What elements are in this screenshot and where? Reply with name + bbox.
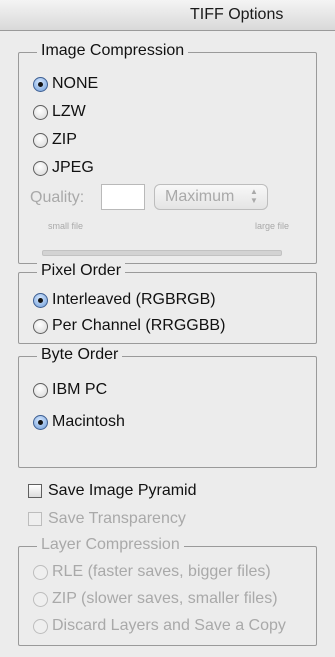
window-title: TIFF Options bbox=[190, 6, 284, 23]
radio-icon[interactable] bbox=[33, 160, 48, 176]
save-transparency-checkbox[interactable]: Save Transparency bbox=[28, 508, 186, 530]
radio-icon[interactable] bbox=[33, 104, 48, 120]
pixel-order-label: Interleaved (RGBRGB) bbox=[52, 291, 216, 308]
quality-select-value: Maximum bbox=[165, 188, 235, 205]
pixel-order-legend: Pixel Order bbox=[37, 262, 126, 280]
large-file-label: large file bbox=[255, 221, 290, 231]
title-bar: TIFF Options bbox=[0, 0, 335, 31]
compression-option-label: JPEG bbox=[52, 159, 94, 176]
byte-order-group: Byte Order IBM PC Macintosh bbox=[18, 346, 317, 468]
layer-compression-discard[interactable]: Discard Layers and Save a Copy bbox=[33, 615, 286, 637]
byte-order-legend: Byte Order bbox=[37, 346, 123, 364]
checkbox-icon[interactable] bbox=[28, 484, 42, 498]
radio-icon[interactable] bbox=[33, 564, 48, 580]
compression-option-label: LZW bbox=[52, 103, 86, 120]
radio-icon[interactable] bbox=[33, 382, 48, 398]
pixel-order-per-channel[interactable]: Per Channel (RRGGBB) bbox=[33, 315, 225, 337]
compression-option-jpeg[interactable]: JPEG bbox=[33, 157, 94, 179]
byte-order-label: Macintosh bbox=[52, 413, 125, 430]
layer-compression-group: Layer Compression RLE (faster saves, big… bbox=[18, 536, 317, 646]
compression-option-label: ZIP bbox=[52, 131, 77, 148]
radio-selected-icon[interactable] bbox=[33, 414, 48, 430]
stepper-arrows-icon: ▲ ▼ bbox=[250, 187, 258, 205]
small-file-label: small file bbox=[48, 221, 84, 231]
save-image-pyramid-checkbox[interactable]: Save Image Pyramid bbox=[28, 480, 197, 502]
pixel-order-interleaved[interactable]: Interleaved (RGBRGB) bbox=[33, 289, 216, 311]
radio-icon[interactable] bbox=[33, 591, 48, 607]
compression-option-label: NONE bbox=[52, 75, 99, 92]
save-transparency-label: Save Transparency bbox=[48, 510, 186, 527]
image-compression-group: Image Compression NONE LZW ZIP JPEG bbox=[18, 42, 317, 264]
compression-option-none[interactable]: NONE bbox=[33, 73, 98, 95]
quality-label: Quality: bbox=[30, 189, 85, 206]
byte-order-macintosh[interactable]: Macintosh bbox=[33, 411, 125, 433]
byte-order-ibm-pc[interactable]: IBM PC bbox=[33, 379, 107, 401]
radio-icon[interactable] bbox=[33, 318, 48, 334]
radio-selected-icon[interactable] bbox=[33, 76, 48, 92]
layer-compression-zip[interactable]: ZIP (slower saves, smaller files) bbox=[33, 588, 278, 610]
radio-selected-icon[interactable] bbox=[33, 292, 48, 308]
layer-compression-label: ZIP (slower saves, smaller files) bbox=[52, 590, 278, 607]
save-image-pyramid-label: Save Image Pyramid bbox=[48, 482, 197, 499]
compression-option-lzw[interactable]: LZW bbox=[33, 101, 86, 123]
checkbox-icon[interactable] bbox=[28, 512, 42, 526]
quality-slider[interactable] bbox=[42, 250, 282, 256]
layer-compression-label: RLE (faster saves, bigger files) bbox=[52, 563, 271, 580]
pixel-order-group: Pixel Order Interleaved (RGBRGB) Per Cha… bbox=[18, 262, 317, 344]
quality-input[interactable] bbox=[101, 184, 145, 210]
pixel-order-label: Per Channel (RRGGBB) bbox=[52, 317, 226, 334]
byte-order-label: IBM PC bbox=[52, 381, 108, 398]
radio-icon[interactable] bbox=[33, 132, 48, 148]
layer-compression-label: Discard Layers and Save a Copy bbox=[52, 617, 286, 634]
layer-compression-legend: Layer Compression bbox=[37, 536, 184, 554]
quality-select[interactable]: Maximum ▲ ▼ bbox=[154, 184, 268, 210]
compression-option-zip[interactable]: ZIP bbox=[33, 129, 77, 151]
layer-compression-rle[interactable]: RLE (faster saves, bigger files) bbox=[33, 561, 271, 583]
radio-icon[interactable] bbox=[33, 618, 48, 634]
image-compression-legend: Image Compression bbox=[37, 42, 189, 60]
